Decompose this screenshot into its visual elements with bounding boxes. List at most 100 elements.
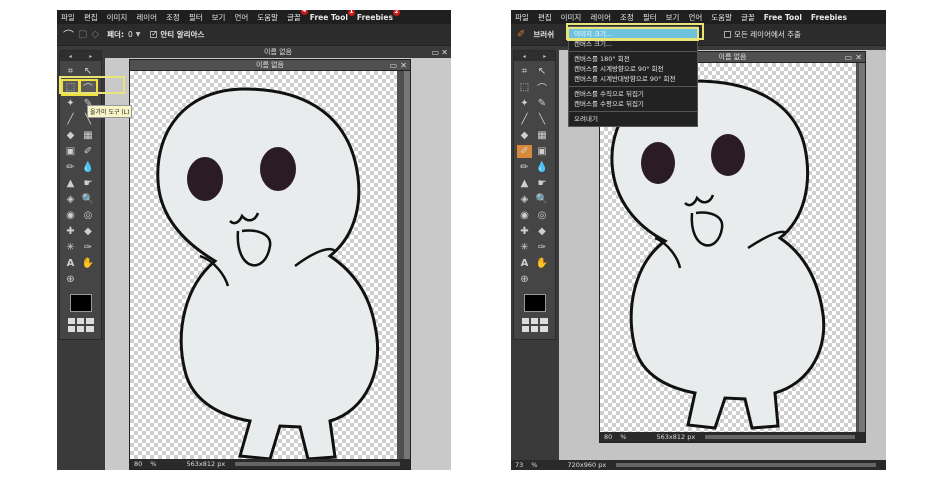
blur-icon[interactable]: 💧	[535, 161, 550, 174]
blur-icon[interactable]: 💧	[81, 161, 96, 174]
pinch-icon[interactable]: ✳	[517, 241, 532, 254]
image-canvas[interactable]	[130, 71, 397, 460]
menu-item[interactable]: 보기	[212, 12, 226, 23]
sample-all-checkbox[interactable]	[724, 31, 732, 38]
color-picker-icon[interactable]: ✑	[535, 241, 550, 254]
dropdown-menu-item[interactable]: 캔버스를 시계방향으로 90° 회전	[569, 64, 697, 74]
color-swatch[interactable]	[523, 294, 546, 312]
tools-panel-header[interactable]: ◂ ▸	[514, 51, 555, 61]
menu-item[interactable]: 언어	[234, 12, 248, 23]
gradient-icon[interactable]: ▦	[535, 129, 550, 142]
dropdown-menu-item[interactable]: 캔버스를 180° 회전	[569, 54, 697, 64]
lasso-mode-icon[interactable]: ▢	[78, 29, 87, 40]
zoom-icon[interactable]: ⊕	[63, 273, 78, 286]
horizontal-scrollbar[interactable]	[705, 435, 855, 439]
grid-icon[interactable]	[521, 318, 548, 332]
lasso-tool-icon[interactable]: ⌒	[63, 27, 74, 43]
outer-horizontal-scrollbar[interactable]	[616, 463, 876, 467]
menu-item[interactable]: 레이어	[590, 12, 611, 23]
spot-heal-icon[interactable]: ✚	[517, 225, 532, 238]
bucket-icon[interactable]: ◆	[517, 129, 532, 142]
menu-item[interactable]: Free Tool 1	[310, 10, 355, 22]
move-icon[interactable]: ↖	[535, 65, 550, 78]
zoom-value[interactable]: 80	[604, 433, 612, 441]
menu-item[interactable]: 이미지	[107, 12, 128, 23]
menu-item[interactable]: 파일	[61, 12, 75, 23]
color-replace-icon[interactable]: ✐	[517, 145, 532, 158]
polygon-lasso-icon[interactable]: ◇	[91, 29, 99, 40]
bloat-icon[interactable]: ◆	[535, 225, 550, 238]
restore-icon[interactable]: ▭	[844, 52, 852, 63]
drawing-icon[interactable]: ✏	[63, 161, 78, 174]
horizontal-scrollbar[interactable]	[235, 462, 400, 466]
smudge-icon[interactable]: ☛	[81, 177, 96, 190]
menu-item[interactable]: Freebies 2	[357, 10, 400, 22]
menu-item[interactable]: 필터	[189, 12, 203, 23]
red-eye-icon[interactable]: ◎	[535, 209, 550, 222]
feather-value[interactable]: 0	[128, 30, 133, 39]
burn-icon[interactable]: ◉	[63, 209, 78, 222]
menu-item[interactable]: 조정	[166, 12, 180, 23]
hand-icon[interactable]: ✋	[535, 257, 550, 270]
menu-item[interactable]: 파일	[515, 12, 529, 23]
dodge-icon[interactable]: 🔍	[535, 193, 550, 206]
menu-item[interactable]: 이미지	[561, 12, 582, 23]
menu-item[interactable]: 조정	[620, 12, 634, 23]
gradient-icon[interactable]: ▦	[81, 129, 96, 142]
color-swatch[interactable]	[69, 294, 92, 312]
red-eye-icon[interactable]: ◎	[81, 209, 96, 222]
color-replace-icon[interactable]: ✐	[81, 145, 96, 158]
burn-icon[interactable]: ◉	[517, 209, 532, 222]
stamp-icon[interactable]: ▣	[63, 145, 78, 158]
grid-icon[interactable]	[67, 318, 94, 332]
color-picker-icon[interactable]: ✑	[81, 241, 96, 254]
pinch-icon[interactable]: ✳	[63, 241, 78, 254]
restore-icon[interactable]: ▭	[431, 47, 439, 58]
menu-item[interactable]: 레이어	[136, 12, 157, 23]
brush-icon[interactable]: ╱	[517, 113, 532, 126]
feather-dropdown-icon[interactable]: ▼	[136, 31, 141, 38]
vertical-scrollbar[interactable]	[859, 63, 865, 434]
spot-heal-icon[interactable]: ✚	[63, 225, 78, 238]
color-replace-tool-icon[interactable]: ✐	[517, 29, 525, 40]
close-icon[interactable]: ✕	[400, 60, 407, 71]
menu-item[interactable]: 편집	[538, 12, 552, 23]
outer-zoom-value[interactable]: 73	[515, 461, 523, 469]
close-icon[interactable]: ✕	[441, 47, 448, 58]
menu-item[interactable]: 필터	[643, 12, 657, 23]
antialias-checkbox[interactable]	[150, 31, 158, 38]
stamp-icon[interactable]: ▣	[535, 145, 550, 158]
type-icon[interactable]: A	[517, 257, 532, 270]
crop-icon[interactable]: ⌗	[517, 65, 532, 78]
smudge-icon[interactable]: ☛	[535, 177, 550, 190]
bloat-icon[interactable]: ◆	[81, 225, 96, 238]
restore-icon[interactable]: ▭	[389, 60, 397, 71]
zoom-icon[interactable]: ⊕	[517, 273, 532, 286]
sponge-icon[interactable]: ◈	[63, 193, 78, 206]
marquee-icon[interactable]: ⬚	[517, 81, 532, 94]
menu-item[interactable]: 도움말	[711, 12, 732, 23]
menu-item[interactable]: 글꼴 4	[287, 10, 308, 23]
type-icon[interactable]: A	[63, 257, 78, 270]
vertical-scrollbar[interactable]	[404, 71, 410, 460]
bucket-icon[interactable]: ◆	[63, 129, 78, 142]
wand-icon[interactable]: ✦	[63, 97, 78, 110]
menu-item[interactable]: 글꼴	[741, 12, 755, 23]
lasso-icon[interactable]: ⌒	[535, 81, 550, 95]
menu-item[interactable]: 언어	[688, 12, 702, 23]
tools-panel-header[interactable]: ◂ ▸	[60, 51, 101, 61]
dropdown-menu-item[interactable]: 캔버스를 수직으로 뒤집기	[569, 89, 697, 99]
sharpen-icon[interactable]: ▲	[63, 177, 78, 190]
eraser-icon[interactable]: ╲	[535, 113, 550, 126]
sponge-icon[interactable]: ◈	[517, 193, 532, 206]
menu-item[interactable]: 보기	[666, 12, 680, 23]
dropdown-menu-item[interactable]: 캔버스를 시계반대방향으로 90° 회전	[569, 74, 697, 84]
wand-icon[interactable]: ✦	[517, 97, 532, 110]
dropdown-menu-item[interactable]: 캔버스 크기...	[569, 39, 697, 49]
dropdown-menu-item[interactable]: 오려내기	[569, 114, 697, 124]
close-icon[interactable]: ✕	[855, 52, 862, 63]
sharpen-icon[interactable]: ▲	[517, 177, 532, 190]
menu-item[interactable]: Freebies	[811, 13, 847, 22]
pencil-icon[interactable]: ✎	[535, 97, 550, 110]
menu-item[interactable]: 도움말	[257, 12, 278, 23]
